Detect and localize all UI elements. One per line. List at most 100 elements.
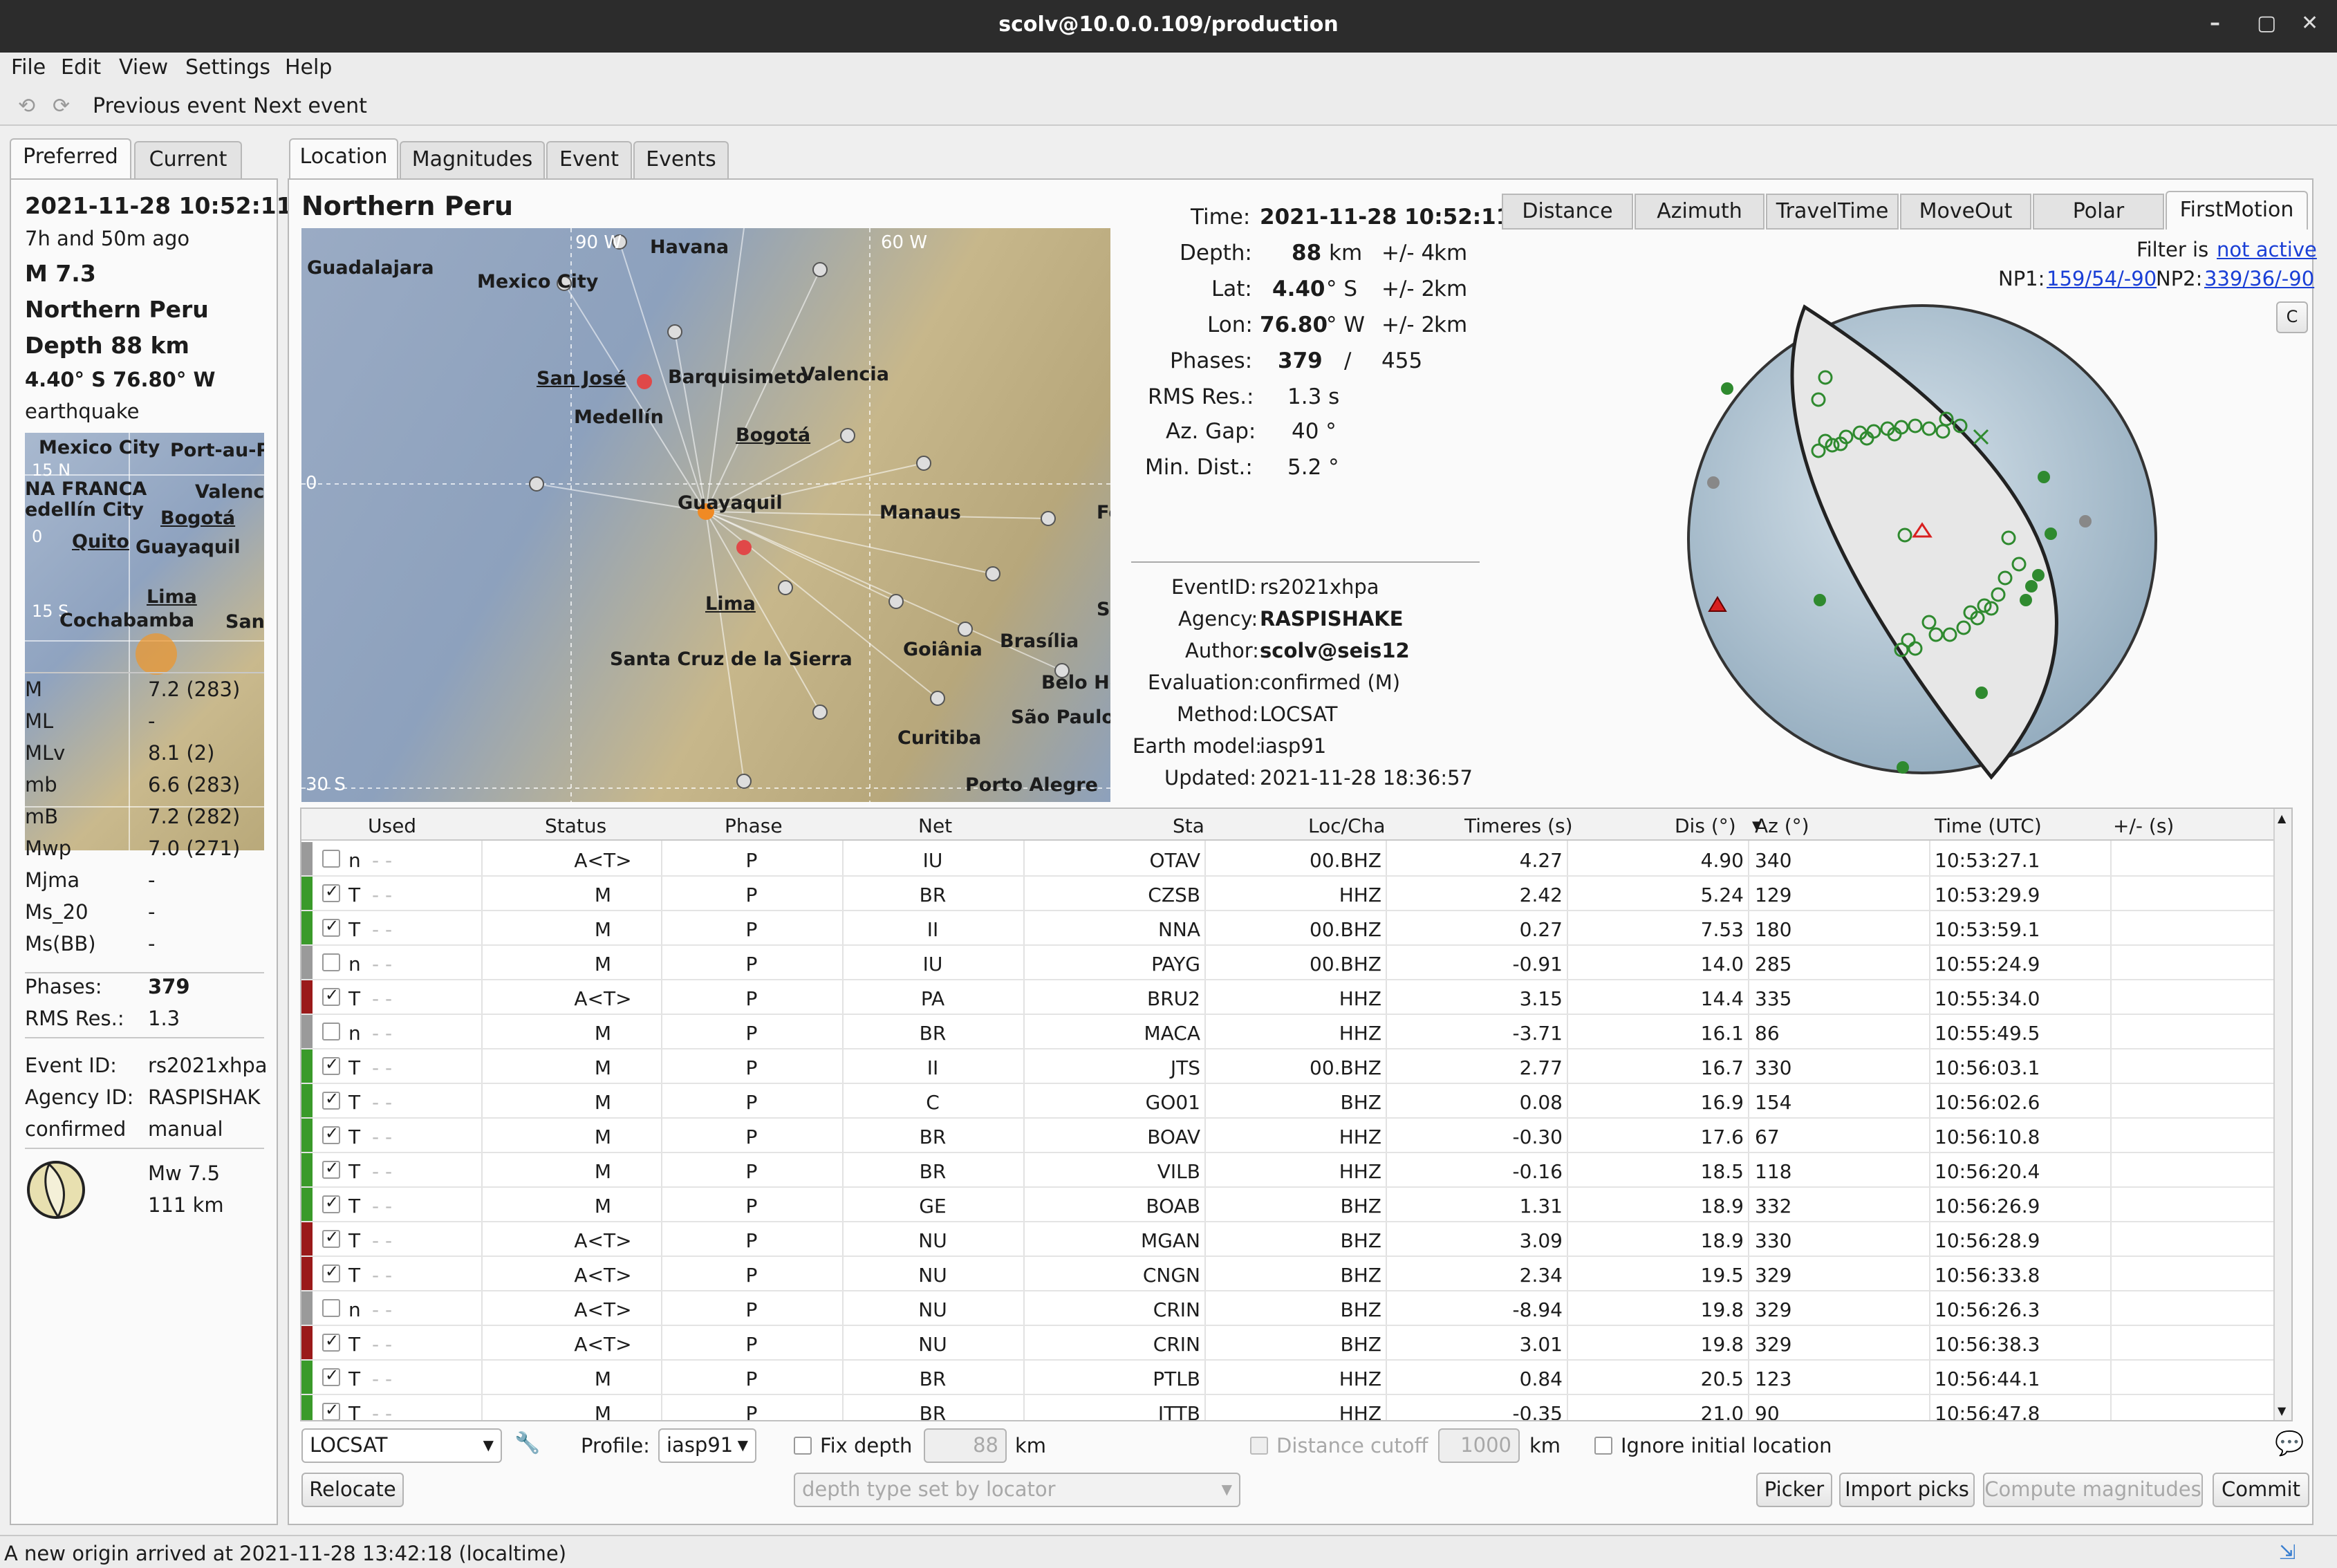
col-loccha[interactable]: Loc/Cha: [1308, 814, 1386, 837]
col-sta[interactable]: Sta: [1173, 814, 1204, 837]
table-row[interactable]: T - - M P BR CZSB HHZ 2.42 5.24 129 10:53:29.9: [301, 877, 2291, 911]
ignore-initial-location-checkbox[interactable]: [1594, 1437, 1612, 1455]
maximize-icon[interactable]: ▢: [2257, 11, 2276, 35]
col-time[interactable]: Time (UTC): [1935, 814, 2042, 837]
tab-preferred[interactable]: Preferred: [10, 138, 131, 180]
previous-event-button[interactable]: Previous event: [93, 94, 246, 118]
plot-tab-firstmotion[interactable]: FirstMotion: [2166, 191, 2308, 230]
table-row[interactable]: T - - A<T> P NU MGAN BHZ 3.09 18.9 330 10:56:28.9: [301, 1222, 2291, 1257]
used-checkbox[interactable]: [322, 1023, 340, 1040]
picker-button[interactable]: Picker: [1756, 1473, 1832, 1507]
used-checkbox[interactable]: [322, 1262, 340, 1282]
fix-depth-input[interactable]: 88: [924, 1428, 1007, 1463]
locator-select[interactable]: LOCSAT ▼: [301, 1428, 502, 1463]
table-row[interactable]: T - - M P C GO01 BHZ 0.08 16.9 154 10:56:02.6: [301, 1084, 2291, 1119]
plot-tab-moveout[interactable]: MoveOut: [1900, 194, 2031, 230]
table-row[interactable]: n - - M P IU PAYG 00.BHZ -0.91 14.0 285 10:55:24.9: [301, 946, 2291, 980]
scroll-down-icon[interactable]: ▼: [2278, 1404, 2286, 1417]
table-row[interactable]: n - - M P BR MACA HHZ -3.71 16.1 86 10:55:49.5: [301, 1015, 2291, 1049]
col-status[interactable]: Status: [545, 814, 606, 837]
tab-location[interactable]: Location: [289, 138, 398, 180]
table-row[interactable]: T - - M P BR VILB HHZ -0.16 18.5 118 10:56:20.4: [301, 1153, 2291, 1188]
used-checkbox[interactable]: [322, 1193, 340, 1213]
back-arrow-icon[interactable]: ⟲: [18, 94, 35, 118]
import-picks-button[interactable]: Import picks: [1839, 1473, 1975, 1507]
close-icon[interactable]: ✕: [2301, 11, 2318, 35]
arrivals-table[interactable]: Used Status Phase Net Sta Loc/Cha Timere…: [300, 808, 2293, 1421]
compute-magnitudes-button[interactable]: Compute magnitudes: [1983, 1473, 2203, 1507]
used-checkbox[interactable]: [322, 881, 340, 902]
table-row[interactable]: T - - A<T> P NU CRIN BHZ 3.01 19.8 329 10:56:38.3: [301, 1326, 2291, 1361]
col-used[interactable]: Used: [368, 814, 416, 837]
used-checkbox[interactable]: [322, 916, 340, 937]
table-row[interactable]: T - - A<T> P PA BRU2 HHZ 3.15 14.4 335 10:55:34.0: [301, 980, 2291, 1015]
table-row[interactable]: T - - M P BR BOAV HHZ -0.30 17.6 67 10:56:10.8: [301, 1119, 2291, 1153]
status-color-marker: [301, 1119, 313, 1152]
event-id-label: Event ID:: [25, 1054, 117, 1077]
menu-view[interactable]: View: [119, 55, 168, 80]
commit-button[interactable]: Commit: [2213, 1473, 2309, 1507]
chat-bubble-icon[interactable]: 💬: [2275, 1430, 2304, 1457]
fix-depth-checkbox[interactable]: [794, 1437, 812, 1455]
table-row[interactable]: T - - A<T> P NU CNGN BHZ 2.34 19.5 329 10:56:33.8: [301, 1257, 2291, 1291]
used-checkbox[interactable]: [322, 1158, 340, 1179]
plot-tab-azimuth[interactable]: Azimuth: [1635, 194, 1765, 230]
minimize-icon[interactable]: –: [2210, 11, 2220, 35]
table-row[interactable]: n - - A<T> P NU CRIN BHZ -8.94 19.8 329 10:56:26.3: [301, 1291, 2291, 1326]
used-checkbox[interactable]: [322, 953, 340, 971]
next-event-button[interactable]: Next event: [253, 94, 367, 118]
menu-edit[interactable]: Edit: [61, 55, 101, 80]
distance-cutoff-input[interactable]: 1000: [1438, 1428, 1520, 1463]
used-checkbox[interactable]: [322, 1089, 340, 1110]
plot-tab-distance[interactable]: Distance: [1502, 194, 1633, 230]
used-checkbox[interactable]: [322, 1331, 340, 1352]
c-button[interactable]: C: [2276, 301, 2308, 333]
table-row[interactable]: T - - M P II JTS 00.BHZ 2.77 16.7 330 10:56:03.1: [301, 1049, 2291, 1084]
depth-type-select[interactable]: depth type set by locator ▼: [794, 1473, 1240, 1507]
np2-link[interactable]: 339/36/-90: [2204, 267, 2314, 290]
tab-event[interactable]: Event: [546, 141, 632, 180]
col-net[interactable]: Net: [918, 814, 952, 837]
col-dis[interactable]: Dis (°): [1675, 814, 1736, 837]
used-checkbox[interactable]: [322, 1400, 340, 1420]
table-row[interactable]: T - - M P GE BOAB BHZ 1.31 18.9 332 10:56:26.9: [301, 1188, 2291, 1222]
col-timeres[interactable]: Timeres (s): [1464, 814, 1573, 837]
col-az[interactable]: Az (°): [1755, 814, 1809, 837]
resize-grip-icon[interactable]: ⇲: [2279, 1540, 2296, 1564]
event-map[interactable]: Guadalajara Mexico City 90 W Havana 60 W…: [301, 228, 1110, 802]
used-checkbox[interactable]: [322, 1299, 340, 1317]
used-checkbox[interactable]: [322, 1365, 340, 1386]
distance-cutoff-checkbox[interactable]: [1250, 1437, 1268, 1455]
table-scrollbar[interactable]: ▲ ▼: [2273, 809, 2291, 1420]
used-checkbox[interactable]: [322, 1123, 340, 1144]
cell-status: A<T>: [574, 849, 632, 872]
table-row[interactable]: T - - M P II NNA 00.BHZ 0.27 7.53 180 10:53:59.1: [301, 911, 2291, 946]
filter-status-link[interactable]: not active: [2217, 238, 2317, 261]
status-value: manual: [148, 1117, 223, 1141]
used-checkbox[interactable]: [322, 1227, 340, 1248]
tab-current[interactable]: Current: [134, 141, 242, 180]
col-phase[interactable]: Phase: [725, 814, 783, 837]
cell-res: -8.94: [1512, 1298, 1563, 1321]
used-checkbox[interactable]: [322, 850, 340, 868]
np1-link[interactable]: 159/54/-90: [2047, 267, 2157, 290]
used-checkbox[interactable]: [322, 1054, 340, 1075]
table-row[interactable]: T - - M P BR PTLB HHZ 0.84 20.5 123 10:56:44.1: [301, 1361, 2291, 1395]
menu-file[interactable]: File: [11, 55, 46, 80]
scroll-up-icon[interactable]: ▲: [2278, 812, 2286, 825]
forward-arrow-icon[interactable]: ⟳: [53, 94, 70, 118]
relocate-button[interactable]: Relocate: [301, 1473, 404, 1507]
plot-tab-traveltime[interactable]: TravelTime: [1766, 194, 1899, 230]
profile-select[interactable]: iasp91 ▼: [658, 1428, 756, 1463]
table-row[interactable]: T - - M P BR ITTB HHZ -0.35 21.0 90 10:56:47.8: [301, 1395, 2291, 1420]
menu-help[interactable]: Help: [285, 55, 332, 80]
wrench-icon[interactable]: 🔧: [514, 1431, 540, 1455]
plot-tab-polar[interactable]: Polar: [2033, 194, 2164, 230]
col-err[interactable]: +/- (s): [2113, 814, 2174, 837]
first-motion-plot[interactable]: [1659, 290, 2157, 788]
tab-events[interactable]: Events: [633, 141, 729, 180]
menu-settings[interactable]: Settings: [185, 55, 270, 80]
used-checkbox[interactable]: [322, 985, 340, 1006]
table-row[interactable]: n - - A<T> P IU OTAV 00.BHZ 4.27 4.90 340 10:53:27…: [301, 842, 2291, 877]
tab-magnitudes[interactable]: Magnitudes: [400, 141, 545, 180]
